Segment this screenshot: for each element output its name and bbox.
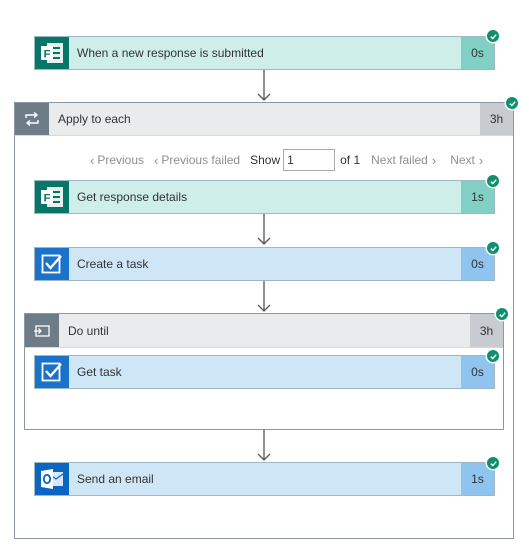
do-until-icon [25,314,59,347]
next-failed-label: Next failed [371,153,428,167]
iteration-input[interactable] [283,149,336,171]
success-check-icon [506,97,518,109]
success-check-icon [487,175,499,187]
apply-to-each-header[interactable]: Apply to each 3h [15,103,513,136]
do-until-header[interactable]: Do until 3h [25,314,503,348]
previous-label: Previous [97,153,145,167]
flow-arrow [257,70,271,101]
previous-failed-label: Previous failed [161,153,241,167]
next-failed-link[interactable]: Next failed › [371,153,436,168]
flow-arrow [257,281,271,312]
trigger-duration: 0s [461,37,494,69]
svg-text:F: F [44,49,51,61]
get-response-details-card[interactable]: F Get response details 1s [34,180,495,214]
next-link[interactable]: Next › [450,153,483,168]
forms-icon: F [35,181,69,213]
next-label: Next [450,153,475,167]
chevron-left-icon: ‹ [154,152,159,168]
send-email-label: Send an email [77,472,154,486]
success-check-icon [496,308,508,320]
previous-link[interactable]: ‹ Previous [90,153,144,168]
forms-icon: F [35,37,69,69]
apply-to-each-label: Apply to each [58,112,131,126]
get-task-label: Get task [77,365,122,379]
success-check-icon [487,457,499,469]
create-task-label: Create a task [77,257,149,271]
iteration-pager: ‹ Previous ‹ Previous failed Show of 1 N… [90,149,483,171]
loop-icon [15,103,49,135]
success-check-icon [487,350,499,362]
send-email-card[interactable]: Send an email 1s [34,462,495,496]
chevron-left-icon: ‹ [90,152,95,168]
flow-arrow [257,430,271,461]
todo-check-icon [35,356,69,388]
outlook-icon [35,463,69,495]
trigger-label: When a new response is submitted [77,46,264,60]
trigger-card[interactable]: F When a new response is submitted 0s [34,36,495,70]
chevron-right-icon: › [478,152,484,168]
create-task-card[interactable]: Create a task 0s [34,247,495,281]
of-total-label: of 1 [340,153,361,167]
get-task-card[interactable]: Get task 0s [34,355,495,389]
todo-check-icon [35,248,69,280]
show-label: Show [250,153,281,167]
flow-arrow [257,214,271,245]
success-check-icon [487,242,499,254]
success-check-icon [487,30,499,42]
do-until-label: Do until [68,323,109,338]
chevron-right-icon: › [431,152,437,168]
get-response-details-label: Get response details [77,190,188,204]
previous-failed-link[interactable]: ‹ Previous failed [154,153,240,168]
svg-text:F: F [44,193,51,205]
